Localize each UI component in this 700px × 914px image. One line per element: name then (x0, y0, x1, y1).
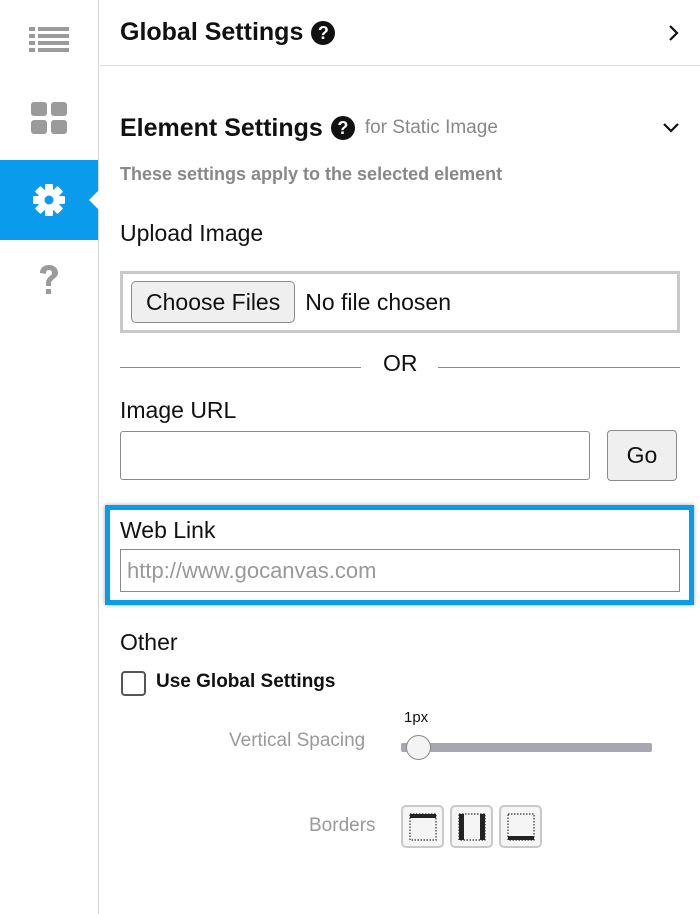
or-divider: OR (120, 348, 680, 378)
upload-image-label: Upload Image (120, 220, 264, 246)
border-top-button[interactable] (401, 805, 444, 848)
element-help-icon[interactable]: ? (330, 116, 355, 140)
sidebar-item-grid[interactable] (0, 78, 98, 158)
image-url-label: Image URL (120, 397, 237, 423)
border-top-icon (408, 812, 437, 841)
list-icon (29, 27, 69, 52)
sidebar-item-settings[interactable] (0, 160, 99, 240)
border-sides-button[interactable] (450, 805, 493, 848)
border-bottom-button[interactable] (499, 805, 542, 848)
use-global-settings-checkbox[interactable] (121, 671, 146, 696)
global-settings-header[interactable]: Global Settings ? (100, 0, 700, 66)
file-status-text: No file chosen (305, 288, 451, 315)
sidebar-item-help[interactable] (0, 240, 98, 320)
vertical-spacing-value: 1px (404, 709, 429, 726)
divider-line-right (438, 367, 680, 368)
web-link-label: Web Link (120, 517, 216, 543)
element-settings-title: Element Settings (120, 113, 323, 142)
element-settings-header[interactable]: Element Settings ? for Static Image (120, 104, 700, 152)
element-type-label: for Static Image (364, 117, 498, 138)
border-bottom-icon (506, 812, 535, 841)
vertical-spacing-slider-track[interactable] (401, 743, 652, 752)
sidebar (0, 0, 99, 914)
vertical-spacing-label: Vertical Spacing (229, 730, 366, 751)
chevron-down-icon[interactable] (662, 122, 680, 134)
chevron-right-icon[interactable] (668, 24, 680, 42)
element-settings-description: These settings apply to the selected ele… (120, 164, 503, 184)
vertical-spacing-slider-handle[interactable] (406, 735, 431, 760)
choose-files-button[interactable]: Choose Files (131, 281, 296, 323)
sidebar-item-list[interactable] (0, 0, 98, 80)
global-settings-title: Global Settings (120, 18, 304, 46)
border-sides-icon (457, 812, 486, 841)
grid-icon (31, 102, 67, 134)
gear-icon (33, 184, 65, 216)
question-icon (40, 265, 58, 294)
image-url-input[interactable] (120, 431, 590, 480)
or-text: OR (383, 350, 418, 376)
web-link-input[interactable] (120, 549, 680, 592)
use-global-settings-label[interactable]: Use Global Settings (156, 671, 335, 693)
global-help-icon[interactable]: ? (311, 20, 336, 45)
other-label: Other (120, 629, 178, 655)
file-upload-field[interactable]: Choose Files No file chosen (120, 271, 680, 333)
divider-line-left (120, 367, 361, 368)
settings-panel: Global Settings ? Element Settings ? for… (100, 0, 700, 914)
go-button[interactable]: Go (607, 430, 677, 481)
borders-label: Borders (309, 815, 376, 836)
